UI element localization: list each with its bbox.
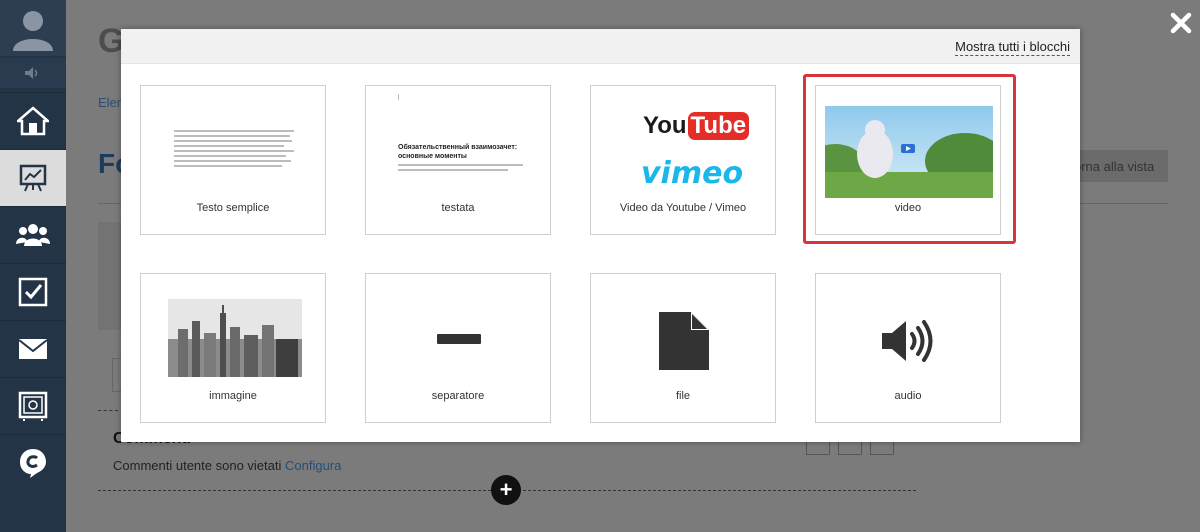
speaker-icon [882, 320, 933, 362]
sidebar-item-safe[interactable] [0, 377, 66, 434]
header-preview-mark [398, 94, 399, 100]
header-preview-heading: Обязательственный взаимозачет: основные … [398, 144, 518, 160]
separator-icon [437, 334, 481, 344]
users-icon [16, 224, 50, 246]
avatar[interactable] [0, 0, 66, 56]
tile-label: testata [441, 202, 475, 214]
close-icon[interactable] [1170, 12, 1192, 34]
selection-highlight [803, 74, 1016, 244]
block-tile-file[interactable]: file [590, 273, 776, 423]
youtube-tube-badge: Tube [687, 112, 750, 140]
chat-icon [20, 449, 46, 478]
home-icon [17, 106, 49, 136]
block-tile-image[interactable]: immagine [140, 273, 326, 423]
return-to-view-button[interactable]: orna alla vista [1070, 150, 1168, 182]
sidebar-item-presentation[interactable] [0, 149, 66, 206]
sidebar-item-home[interactable] [0, 92, 66, 149]
sidebar-item-mail[interactable] [0, 320, 66, 377]
mail-icon [18, 339, 48, 359]
block-tile-audio[interactable]: audio [815, 273, 1001, 423]
tile-label: file [675, 390, 691, 402]
youtube-wordmark: You [643, 112, 687, 139]
chart-icon [19, 164, 47, 192]
sidebar-item-users[interactable] [0, 206, 66, 263]
block-tile-plain-text[interactable]: Testo semplice [140, 85, 326, 235]
sound-toggle[interactable] [0, 58, 66, 88]
dashed-divider [98, 410, 118, 411]
file-icon [659, 312, 709, 370]
tile-label: Video da Youtube / Vimeo [619, 202, 747, 214]
block-tile-youtube-vimeo[interactable]: You Tube vimeo Video da Youtube / Vimeo [590, 85, 776, 235]
sidebar-item-chat[interactable] [0, 434, 66, 491]
text-preview-icon [174, 130, 294, 170]
block-picker-dialog: Mostra tutti i blocchi Testo semplice Об… [121, 29, 1080, 442]
block-tile-header[interactable]: Обязательственный взаимозачет: основные … [365, 85, 551, 235]
add-block-button[interactable]: + [491, 475, 521, 505]
city-image-icon [168, 299, 302, 377]
youtube-logo-icon: You Tube [643, 112, 750, 140]
comments-text: Commenti utente sono vietati Configura [113, 458, 341, 473]
tile-label: Testo semplice [196, 202, 270, 214]
sidebar-item-tasks[interactable] [0, 263, 66, 320]
user-avatar-icon [13, 11, 53, 51]
volume-icon [25, 67, 38, 79]
tile-label: audio [894, 390, 922, 402]
comments-status: Commenti utente sono vietati [113, 458, 282, 473]
show-all-blocks-link[interactable]: Mostra tutti i blocchi [955, 39, 1070, 56]
dialog-header: Mostra tutti i blocchi [121, 29, 1080, 64]
header-preview-icon [398, 164, 523, 174]
safe-icon [18, 391, 48, 421]
vimeo-logo-icon: vimeo [641, 156, 744, 191]
tile-label: immagine [209, 390, 257, 402]
checkbox-icon [18, 277, 48, 307]
tile-label: separatore [431, 390, 485, 402]
block-tile-separator[interactable]: separatore [365, 273, 551, 423]
configure-link[interactable]: Configura [285, 458, 341, 473]
app-sidebar [0, 0, 66, 532]
